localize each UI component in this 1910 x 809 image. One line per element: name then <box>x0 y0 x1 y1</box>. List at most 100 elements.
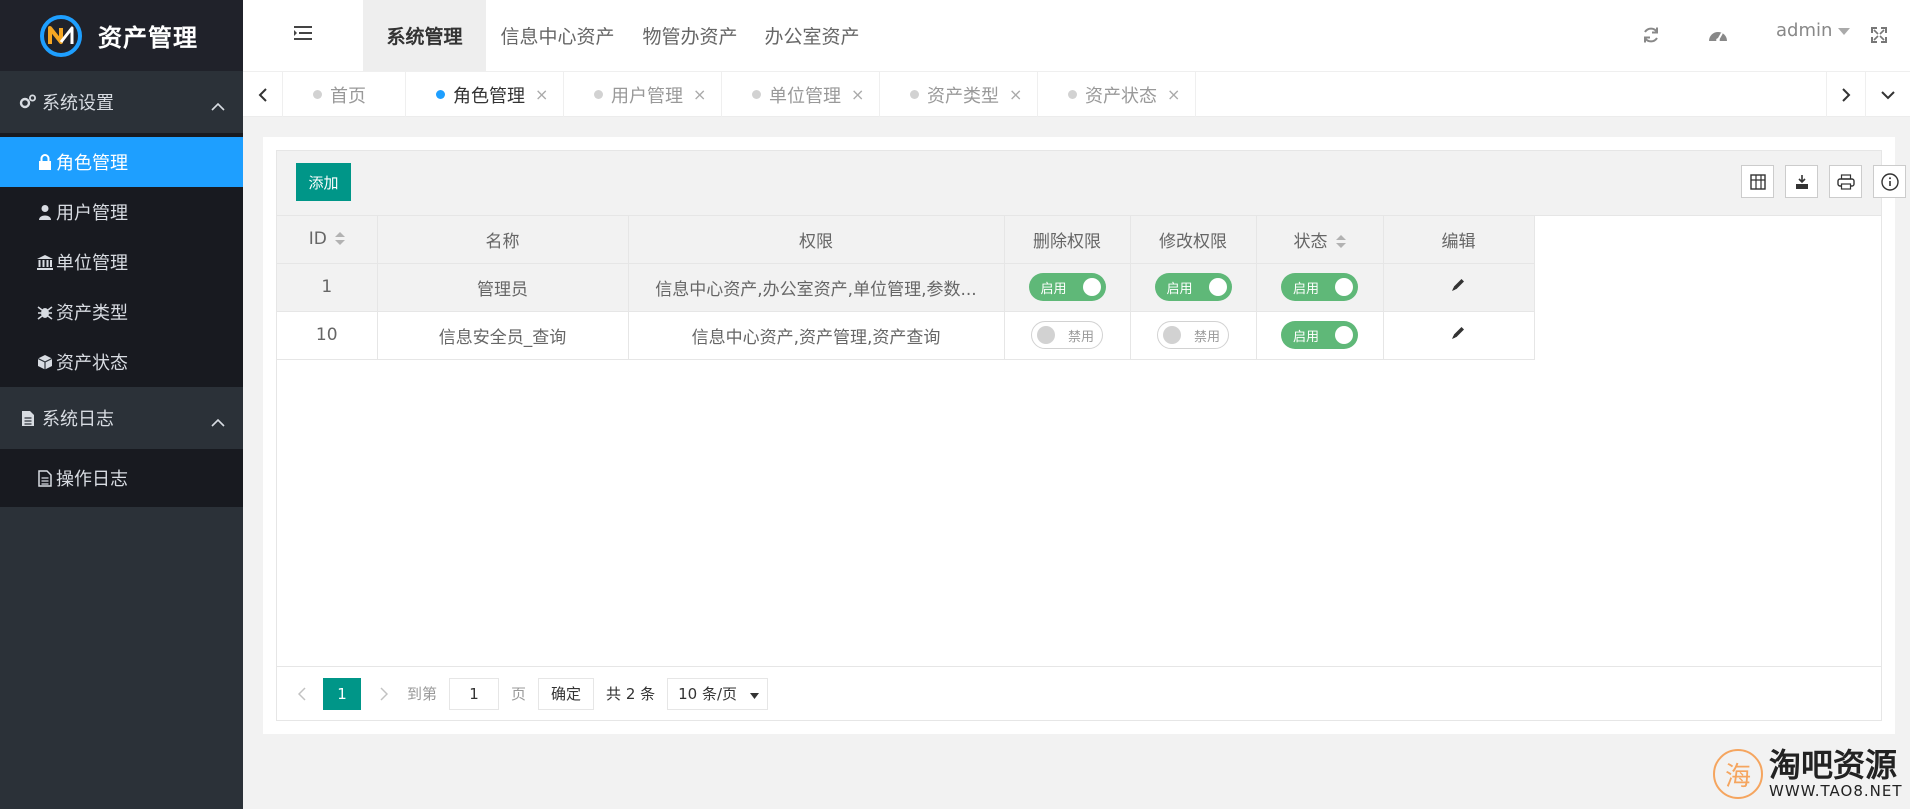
top-tab-info-center-assets[interactable]: 信息中心资产 <box>486 0 629 71</box>
sidebar-item-operation-log[interactable]: 操作日志 <box>0 453 243 503</box>
confirm-button[interactable]: 确定 <box>538 677 595 710</box>
sort-icon[interactable] <box>1335 234 1346 249</box>
page-tab-asset-status[interactable]: 资产状态 × <box>1038 72 1196 117</box>
export-icon[interactable] <box>1785 165 1818 198</box>
top-tab-system[interactable]: 系统管理 <box>363 0 486 71</box>
sidebar: 资产管理 系统设置 角色管理 用户管理 单位管理 资产类型 资产状态 系统日志 … <box>0 0 243 809</box>
data-grid: 添加 ID 名称 权限 删除权限 修改权限 状态 编辑 1 管理员 信息中心资产… <box>276 150 1906 721</box>
file-text-icon <box>36 469 54 487</box>
sidebar-group-system-settings[interactable]: 系统设置 <box>0 71 243 133</box>
tab-dot <box>910 90 919 99</box>
close-icon[interactable]: × <box>1009 85 1022 104</box>
roles-table: ID 名称 权限 删除权限 修改权限 状态 编辑 1 管理员 信息中心资产,办公… <box>277 216 1535 360</box>
column-header-name: 名称 <box>377 216 629 264</box>
tab-dot <box>752 90 761 99</box>
current-page[interactable]: 1 <box>323 677 361 710</box>
table-row[interactable]: 10 信息安全员_查询 信息中心资产,资产管理,资产查询 禁用 禁用 启用 <box>277 311 1535 360</box>
page-tab-unit-management[interactable]: 单位管理 × <box>722 72 880 117</box>
page-tab-label: 首页 <box>330 85 366 107</box>
column-header-modify-permission: 修改权限 <box>1130 216 1257 264</box>
tabs-next-button[interactable] <box>1826 72 1866 117</box>
close-icon[interactable]: × <box>535 85 548 104</box>
institution-icon <box>36 253 54 271</box>
user-icon <box>36 203 54 221</box>
page-tab-user-management[interactable]: 用户管理 × <box>564 72 722 117</box>
tabs-prev-button[interactable] <box>243 72 283 117</box>
close-icon[interactable]: × <box>851 85 864 104</box>
page-tab-role-management[interactable]: 角色管理 × <box>406 72 564 117</box>
page-size-select[interactable]: 10 条/页 <box>667 677 769 710</box>
sidebar-item-asset-status[interactable]: 资产状态 <box>0 337 243 387</box>
column-header-status[interactable]: 状态 <box>1256 216 1384 264</box>
sidebar-group-label: 系统设置 <box>42 93 114 114</box>
sidebar-group-label: 系统日志 <box>42 409 114 430</box>
goto-label: 到第 <box>407 685 438 703</box>
prev-page-icon[interactable] <box>291 683 313 705</box>
cell-modify-permission: 禁用 <box>1130 311 1257 360</box>
delete-permission-switch[interactable]: 启用 <box>1028 273 1106 301</box>
add-button[interactable]: 添加 <box>296 163 351 201</box>
watermark: 海 淘吧资源 WWW.TAO8.NET <box>1713 748 1903 800</box>
sidebar-item-role-management[interactable]: 角色管理 <box>0 137 243 187</box>
tab-dot <box>436 90 445 99</box>
info-icon[interactable] <box>1873 165 1906 198</box>
column-header-delete-permission: 删除权限 <box>1004 216 1131 264</box>
modify-permission-switch[interactable]: 禁用 <box>1157 321 1229 349</box>
sidebar-item-asset-type[interactable]: 资产类型 <box>0 287 243 337</box>
page-tab-label: 资产类型 <box>927 85 999 107</box>
tabs-menu-button[interactable] <box>1866 72 1910 117</box>
tab-dot <box>1068 90 1077 99</box>
page-tab-asset-type[interactable]: 资产类型 × <box>880 72 1038 117</box>
close-icon[interactable]: × <box>693 85 706 104</box>
delete-permission-switch[interactable]: 禁用 <box>1031 321 1103 349</box>
sidebar-toggle-icon[interactable] <box>293 25 313 45</box>
sidebar-group-system-log[interactable]: 系统日志 <box>0 387 243 449</box>
next-page-icon[interactable] <box>373 683 395 705</box>
watermark-text: 淘吧资源 WWW.TAO8.NET <box>1769 748 1903 800</box>
dashboard-icon[interactable] <box>1706 23 1730 47</box>
column-header-permissions: 权限 <box>628 216 1005 264</box>
goto-page-input[interactable] <box>449 677 500 710</box>
cell-delete-permission: 启用 <box>1004 263 1131 312</box>
page-tab-label: 单位管理 <box>769 85 841 107</box>
edit-pencil-icon[interactable] <box>1451 277 1466 297</box>
content-card: 添加 ID 名称 权限 删除权限 修改权限 状态 编辑 1 管理员 信息中心资产… <box>263 137 1906 734</box>
switch-knob <box>1335 278 1353 296</box>
sidebar-item-label: 资产类型 <box>56 303 128 324</box>
sidebar-item-label: 资产状态 <box>56 353 128 374</box>
top-tab-office-assets[interactable]: 办公室资产 <box>751 0 873 71</box>
top-tab-property-office-assets[interactable]: 物管办资产 <box>629 0 751 71</box>
column-header-id[interactable]: ID <box>277 216 378 264</box>
status-switch[interactable]: 启用 <box>1281 321 1358 349</box>
table-header-row: ID 名称 权限 删除权限 修改权限 状态 编辑 <box>277 216 1535 264</box>
switch-knob <box>1208 278 1227 296</box>
status-switch[interactable]: 启用 <box>1281 273 1358 301</box>
refresh-icon[interactable] <box>1639 23 1663 47</box>
file-icon <box>18 408 38 428</box>
sidebar-item-label: 用户管理 <box>56 203 128 224</box>
grid-toolbar: 添加 <box>277 151 1906 216</box>
modify-permission-switch[interactable]: 启用 <box>1154 273 1232 301</box>
sidebar-item-user-management[interactable]: 用户管理 <box>0 187 243 237</box>
fullscreen-icon[interactable] <box>1867 23 1891 47</box>
table-row[interactable]: 1 管理员 信息中心资产,办公室资产,单位管理,参数... 启用 启用 启用 <box>277 263 1535 312</box>
columns-icon[interactable] <box>1741 165 1774 198</box>
bug-icon <box>36 303 54 321</box>
sort-icon[interactable] <box>334 232 345 246</box>
user-menu[interactable]: admin <box>1776 20 1851 41</box>
close-icon[interactable]: × <box>1167 85 1180 104</box>
cube-icon <box>36 353 54 371</box>
app-title: 资产管理 <box>98 24 198 52</box>
sidebar-item-unit-management[interactable]: 单位管理 <box>0 237 243 287</box>
tab-dot <box>313 90 322 99</box>
lock-icon <box>36 153 54 171</box>
cell-id: 10 <box>277 311 378 360</box>
page-tab-home[interactable]: 首页 <box>283 72 406 117</box>
edit-pencil-icon[interactable] <box>1451 325 1466 345</box>
print-icon[interactable] <box>1829 165 1862 198</box>
cell-modify-permission: 启用 <box>1130 263 1257 312</box>
switch-knob <box>1335 326 1353 344</box>
switch-knob <box>1163 326 1181 344</box>
cell-status: 启用 <box>1256 311 1384 360</box>
logo-bar: 资产管理 <box>0 0 243 71</box>
